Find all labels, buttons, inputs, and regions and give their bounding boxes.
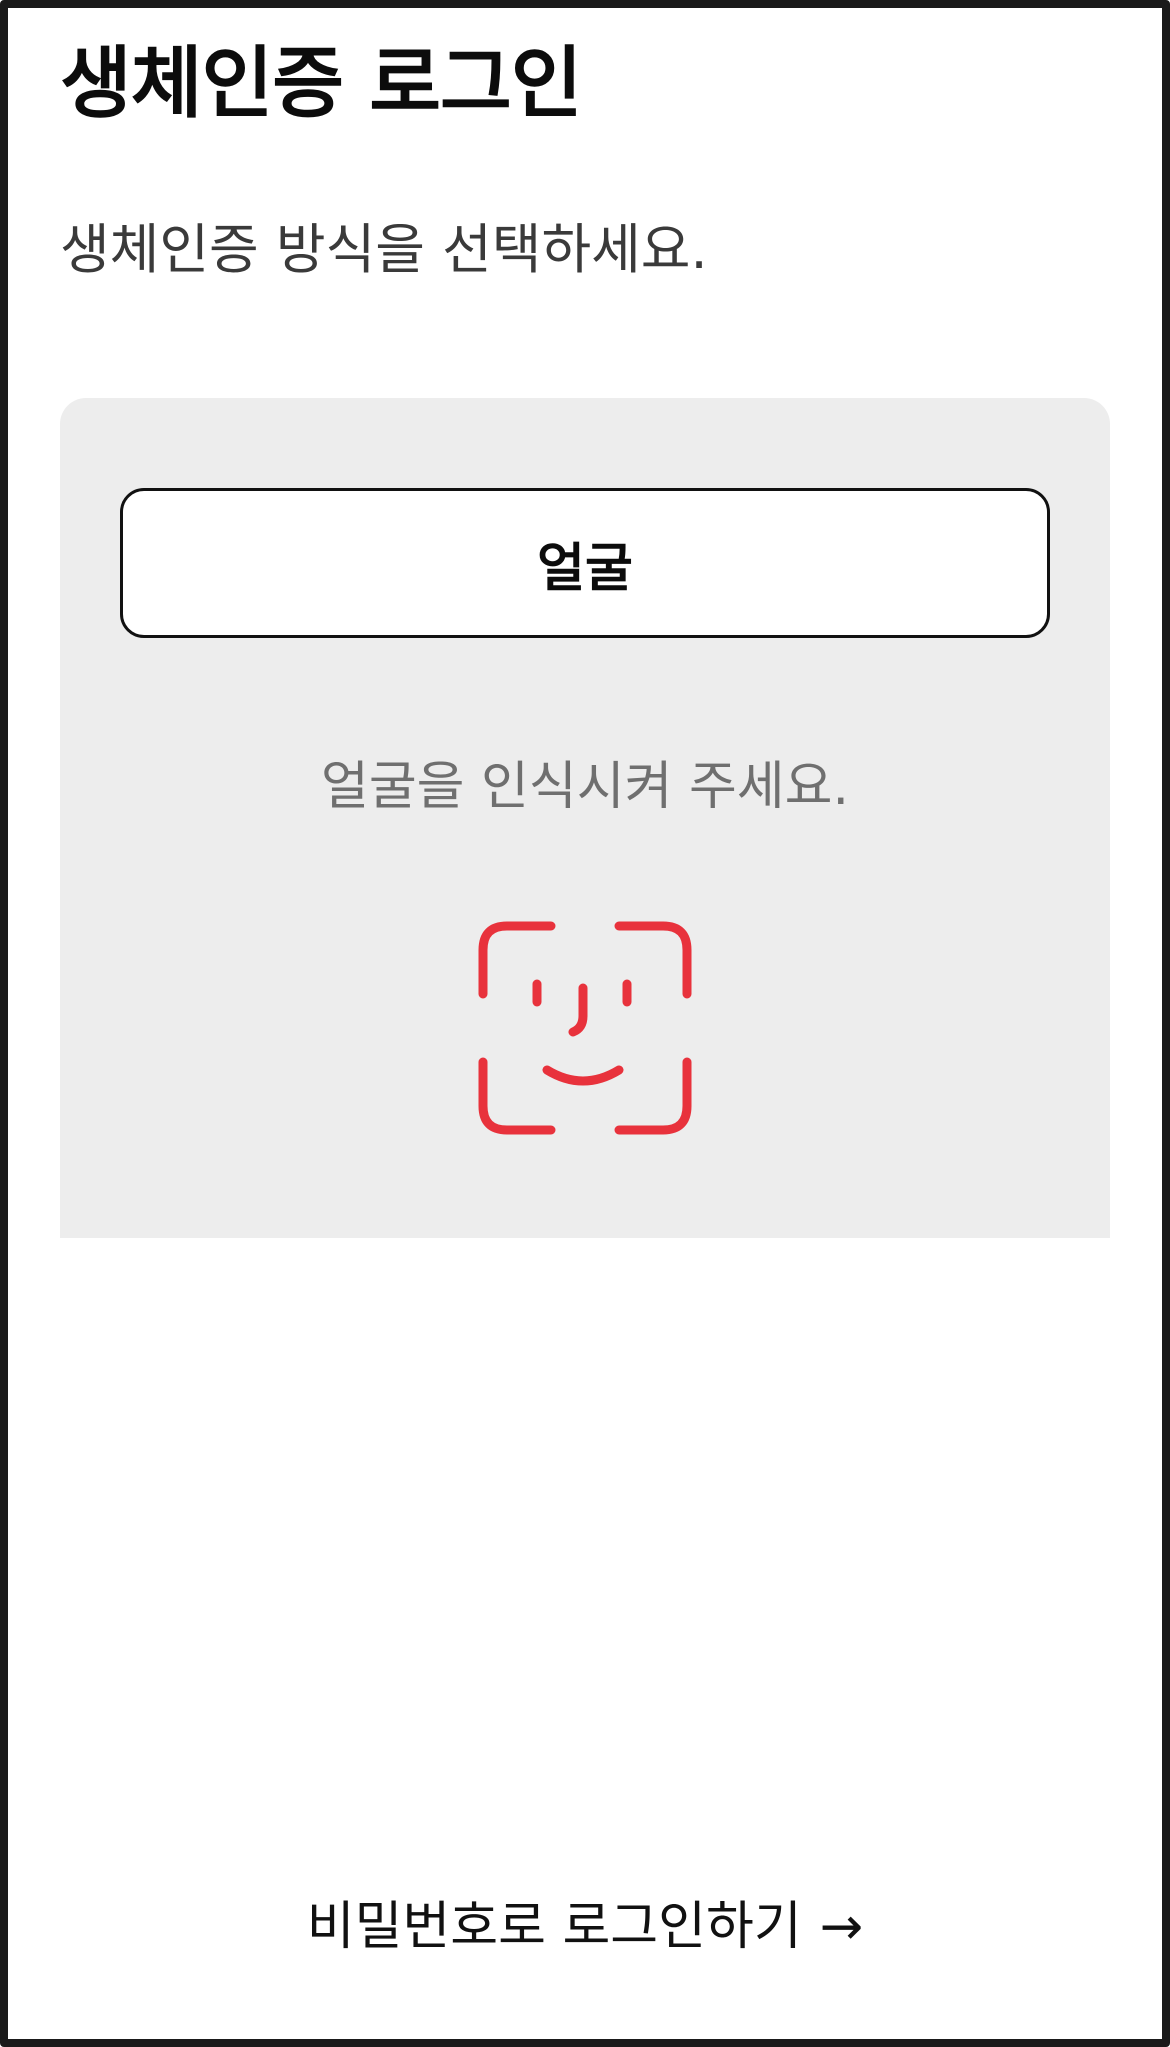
page-title: 생체인증 로그인 bbox=[60, 39, 582, 129]
password-login-link[interactable]: 비밀번호로 로그인하기 → bbox=[0, 1896, 1170, 1958]
face-method-button[interactable]: 얼굴 bbox=[120, 488, 1050, 638]
arrow-right-icon: → bbox=[819, 1897, 864, 1957]
password-login-label: 비밀번호로 로그인하기 bbox=[306, 1897, 802, 1957]
face-instruction: 얼굴을 인식시켜 주세요. bbox=[321, 757, 849, 817]
face-id-icon[interactable] bbox=[477, 920, 693, 1136]
page-subtitle: 생체인증 방식을 선택하세요. bbox=[60, 218, 708, 281]
biometric-panel: 얼굴 얼굴을 인식시켜 주세요. bbox=[60, 398, 1110, 1238]
